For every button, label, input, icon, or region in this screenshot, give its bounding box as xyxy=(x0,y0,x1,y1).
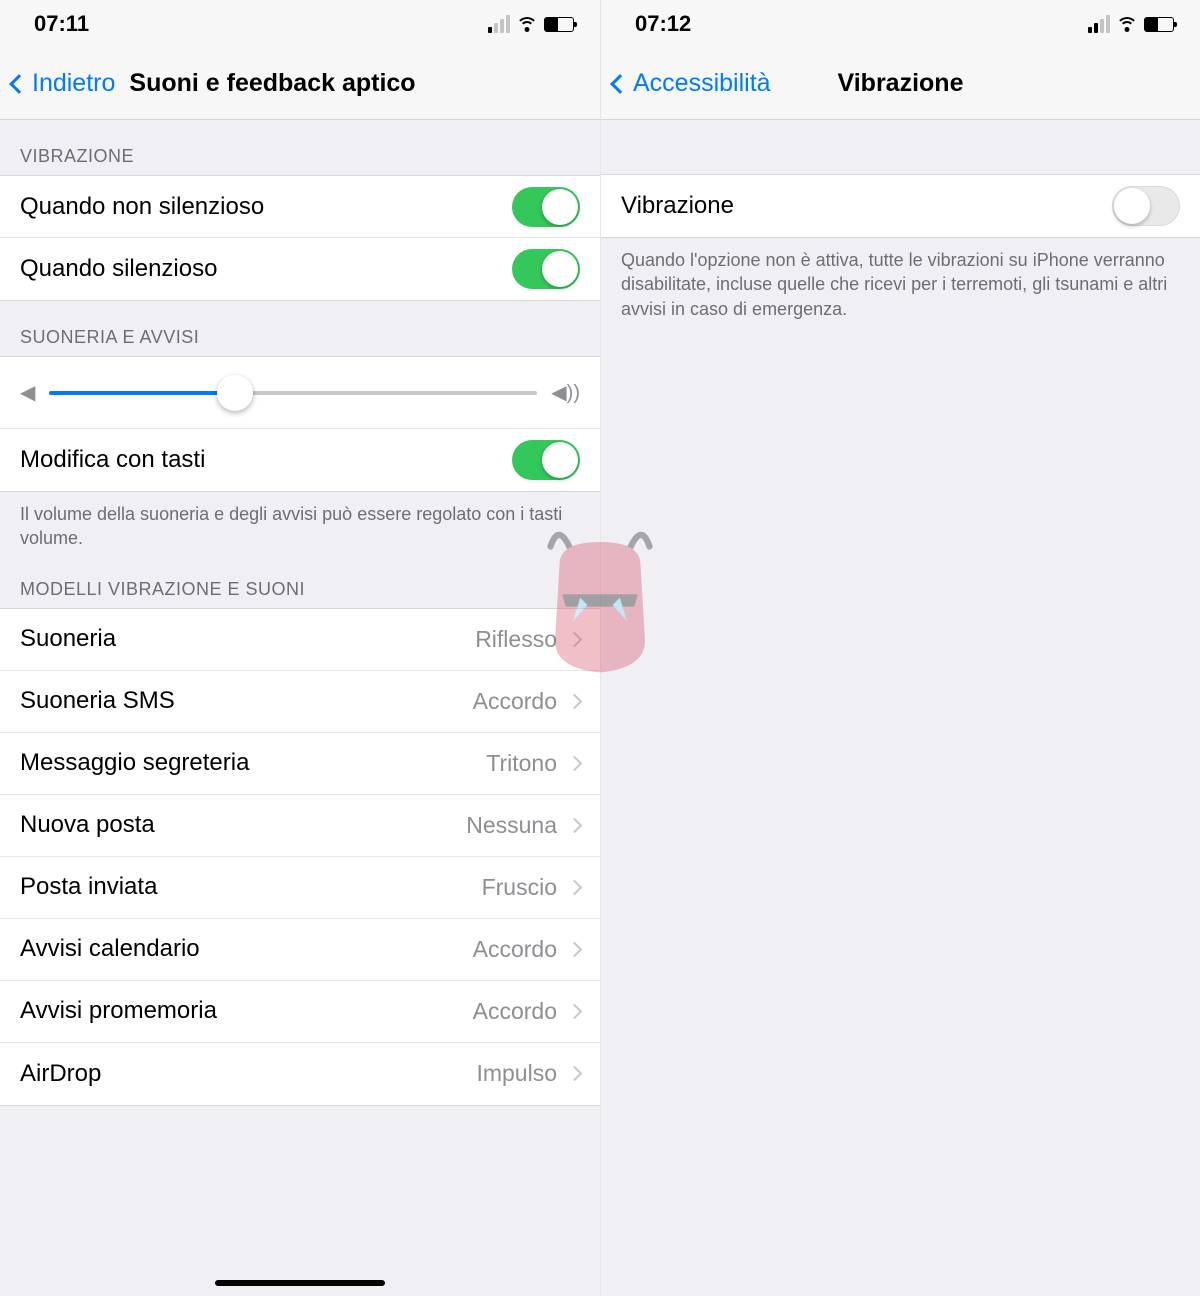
back-label: Indietro xyxy=(32,69,115,98)
row-sound-2[interactable]: Messaggio segreteria Tritono xyxy=(0,733,600,795)
status-bar: 07:11 xyxy=(0,0,600,48)
back-button[interactable]: Accessibilità xyxy=(613,69,771,98)
list-modelli: Suoneria Riflesso Suoneria SMS Accordo Messa… xyxy=(0,608,600,1106)
row-value-text: Accordo xyxy=(473,998,557,1025)
row-value-text: Impulso xyxy=(476,1060,557,1087)
row-value: Accordo xyxy=(473,936,580,963)
row-value: Accordo xyxy=(473,688,580,715)
row-label: Messaggio segreteria xyxy=(20,749,249,777)
volume-slider[interactable] xyxy=(49,391,537,395)
row-value: Riflesso xyxy=(475,626,580,653)
row-label: AirDrop xyxy=(20,1060,101,1088)
volume-low-icon: ◀ xyxy=(20,380,35,405)
toggle-change-with-buttons[interactable] xyxy=(512,440,580,480)
row-value-text: Accordo xyxy=(473,688,557,715)
list-vibrazione: Quando non silenzioso Quando silenzioso xyxy=(0,175,600,301)
row-sound-1[interactable]: Suoneria SMS Accordo xyxy=(0,671,600,733)
status-time: 07:11 xyxy=(34,11,89,37)
chevron-right-icon xyxy=(567,879,583,895)
status-right xyxy=(1088,15,1174,33)
list-vibration: Vibrazione xyxy=(601,174,1200,238)
wifi-icon xyxy=(516,16,538,32)
section-header-vibrazione: VIBRAZIONE xyxy=(0,120,600,175)
page-title: Suoni e feedback aptico xyxy=(129,69,415,98)
row-value-text: Riflesso xyxy=(475,626,557,653)
chevron-right-icon xyxy=(567,693,583,709)
battery-icon xyxy=(1144,17,1174,32)
row-label: Quando non silenzioso xyxy=(20,193,264,221)
row-label: Suoneria xyxy=(20,625,116,653)
chevron-right-icon xyxy=(567,817,583,833)
row-vibration-master: Vibrazione xyxy=(601,175,1200,237)
section-footer-suoneria: Il volume della suoneria e degli avvisi … xyxy=(0,492,600,563)
row-sound-4[interactable]: Posta inviata Fruscio xyxy=(0,857,600,919)
phone-vibration: 07:12 Accessibilità Vibrazione Vibrazion… xyxy=(600,0,1200,1296)
row-label: Avvisi calendario xyxy=(20,935,200,963)
nav-bar: Accessibilità Vibrazione xyxy=(601,48,1200,120)
row-label: Vibrazione xyxy=(621,192,734,220)
battery-icon xyxy=(544,17,574,32)
row-sound-3[interactable]: Nuova posta Nessuna xyxy=(0,795,600,857)
chevron-right-icon xyxy=(567,1066,583,1082)
volume-high-icon: ◀)) xyxy=(551,380,580,405)
chevron-right-icon xyxy=(567,755,583,771)
row-label: Modifica con tasti xyxy=(20,446,205,474)
section-header-modelli: MODELLI VIBRAZIONE E SUONI xyxy=(0,563,600,608)
section-header-suoneria: SUONERIA E AVVISI xyxy=(0,301,600,356)
row-value: Impulso xyxy=(476,1060,580,1087)
wifi-icon xyxy=(1116,16,1138,32)
chevron-right-icon xyxy=(567,1003,583,1019)
back-button[interactable]: Indietro xyxy=(12,69,115,98)
page-title: Vibrazione xyxy=(838,69,964,98)
status-bar: 07:12 xyxy=(601,0,1200,48)
row-value: Accordo xyxy=(473,998,580,1025)
chevron-left-icon xyxy=(610,74,630,94)
row-value: Fruscio xyxy=(482,874,580,901)
toggle-vibrate-silent[interactable] xyxy=(512,249,580,289)
row-sound-5[interactable]: Avvisi calendario Accordo xyxy=(0,919,600,981)
status-right xyxy=(488,15,574,33)
row-sound-7[interactable]: AirDrop Impulso xyxy=(0,1043,600,1105)
row-vibrate-ring: Quando non silenzioso xyxy=(0,176,600,238)
row-value-text: Nessuna xyxy=(466,812,557,839)
row-label: Quando silenzioso xyxy=(20,255,217,283)
back-label: Accessibilità xyxy=(633,69,771,98)
chevron-right-icon xyxy=(567,631,583,647)
cellular-signal-icon xyxy=(488,15,510,33)
row-label: Nuova posta xyxy=(20,811,155,839)
row-label: Posta inviata xyxy=(20,873,157,901)
row-value-text: Fruscio xyxy=(482,874,557,901)
cellular-signal-icon xyxy=(1088,15,1110,33)
toggle-vibration-master[interactable] xyxy=(1112,186,1180,226)
row-sound-0[interactable]: Suoneria Riflesso xyxy=(0,609,600,671)
row-value: Tritono xyxy=(486,750,580,777)
nav-bar: Indietro Suoni e feedback aptico xyxy=(0,48,600,120)
toggle-vibrate-ring[interactable] xyxy=(512,187,580,227)
row-value: Nessuna xyxy=(466,812,580,839)
phone-sounds: 07:11 Indietro Suoni e feedback aptico V… xyxy=(0,0,600,1296)
chevron-left-icon xyxy=(9,74,29,94)
section-footer-vibration: Quando l'opzione non è attiva, tutte le … xyxy=(601,238,1200,333)
status-time: 07:12 xyxy=(635,11,691,37)
list-suoneria: ◀ ◀)) Modifica con tasti xyxy=(0,356,600,492)
home-indicator xyxy=(215,1280,385,1286)
row-label: Avvisi promemoria xyxy=(20,997,217,1025)
row-value-text: Accordo xyxy=(473,936,557,963)
volume-slider-row: ◀ ◀)) xyxy=(0,357,600,429)
row-vibrate-silent: Quando silenzioso xyxy=(0,238,600,300)
row-label: Suoneria SMS xyxy=(20,687,175,715)
row-sound-6[interactable]: Avvisi promemoria Accordo xyxy=(0,981,600,1043)
row-value-text: Tritono xyxy=(486,750,557,777)
chevron-right-icon xyxy=(567,941,583,957)
row-change-with-buttons: Modifica con tasti xyxy=(0,429,600,491)
